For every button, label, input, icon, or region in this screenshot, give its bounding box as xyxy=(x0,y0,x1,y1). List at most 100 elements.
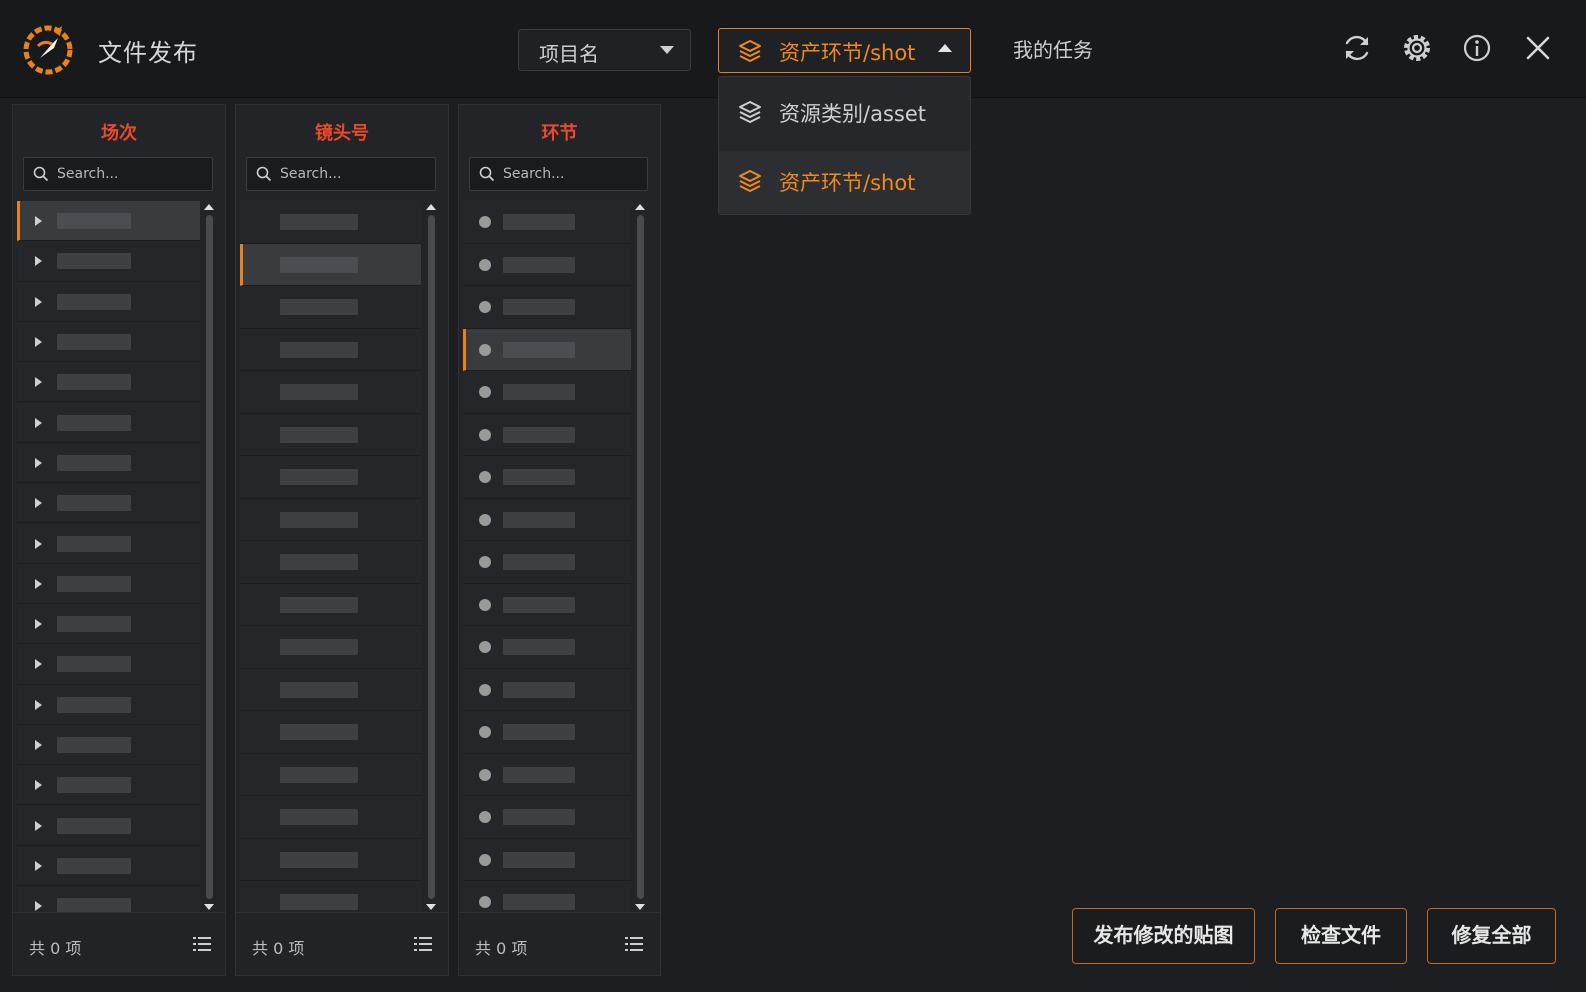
list-item[interactable] xyxy=(17,362,200,403)
scroll-up-arrow-icon[interactable] xyxy=(426,203,436,211)
item-name-placeholder xyxy=(503,299,575,316)
list-menu-icon[interactable] xyxy=(414,937,432,951)
expand-arrow-icon[interactable] xyxy=(35,538,42,549)
list-item[interactable] xyxy=(17,724,200,766)
check-files-button[interactable]: 检查文件 xyxy=(1275,908,1407,964)
expand-arrow-icon[interactable] xyxy=(35,216,42,227)
list-item[interactable] xyxy=(463,286,631,329)
list-item[interactable] xyxy=(463,668,631,711)
expand-arrow-icon[interactable] xyxy=(35,699,42,710)
list-item[interactable] xyxy=(240,371,421,414)
list-item[interactable] xyxy=(17,483,200,524)
list-item[interactable] xyxy=(463,796,631,839)
list-item[interactable] xyxy=(463,371,631,414)
my-tasks-link[interactable]: 我的任务 xyxy=(1013,34,1093,63)
close-icon[interactable] xyxy=(1521,31,1555,65)
list-item[interactable] xyxy=(463,541,631,584)
project-select[interactable]: 项目名 xyxy=(518,29,691,71)
list-item[interactable] xyxy=(463,498,631,541)
expand-arrow-icon[interactable] xyxy=(35,256,42,267)
expand-arrow-icon[interactable] xyxy=(35,337,42,348)
fix-all-button[interactable]: 修复全部 xyxy=(1427,908,1556,964)
list-item[interactable] xyxy=(463,201,631,244)
scroll-up-arrow-icon[interactable] xyxy=(204,203,214,211)
list-item[interactable] xyxy=(463,456,631,499)
list-item[interactable] xyxy=(240,286,421,329)
expand-arrow-icon[interactable] xyxy=(35,457,42,468)
list-item[interactable] xyxy=(17,402,200,443)
list-item[interactable] xyxy=(240,498,421,541)
list-item[interactable] xyxy=(240,328,421,371)
item-name-placeholder xyxy=(57,535,131,552)
list-item[interactable] xyxy=(17,442,200,484)
list-item[interactable] xyxy=(17,644,200,685)
expand-arrow-icon[interactable] xyxy=(35,619,42,630)
expand-arrow-icon[interactable] xyxy=(35,377,42,388)
scrollbar[interactable] xyxy=(204,201,214,913)
item-name-placeholder xyxy=(57,495,131,512)
list-item[interactable] xyxy=(17,765,200,806)
list-item[interactable] xyxy=(463,711,631,754)
list-item[interactable] xyxy=(17,321,200,363)
scrollbar[interactable] xyxy=(635,201,645,913)
list-item[interactable] xyxy=(240,413,421,456)
list-item[interactable] xyxy=(17,241,200,282)
list-item[interactable] xyxy=(240,796,421,839)
scroll-down-arrow-icon[interactable] xyxy=(426,903,436,911)
shot-search-input[interactable]: Search... xyxy=(246,157,436,191)
list-item[interactable] xyxy=(463,413,631,456)
list-item[interactable] xyxy=(240,668,421,711)
list-item[interactable] xyxy=(240,201,421,244)
refresh-icon[interactable] xyxy=(1340,31,1374,65)
list-item[interactable] xyxy=(240,626,421,669)
list-item[interactable] xyxy=(240,753,421,796)
list-item[interactable] xyxy=(17,523,200,564)
scene-search-input[interactable]: Search... xyxy=(23,157,213,191)
scrollbar-thumb[interactable] xyxy=(206,215,213,899)
list-item[interactable] xyxy=(240,541,421,584)
list-item[interactable] xyxy=(240,456,421,499)
expand-arrow-icon[interactable] xyxy=(35,901,42,912)
info-icon[interactable] xyxy=(1460,31,1494,65)
expand-arrow-icon[interactable] xyxy=(35,780,42,791)
scroll-down-arrow-icon[interactable] xyxy=(635,903,645,911)
mode-select[interactable]: 资产环节/shot xyxy=(718,28,971,73)
settings-gear-icon[interactable] xyxy=(1400,31,1434,65)
list-item[interactable] xyxy=(463,753,631,796)
expand-arrow-icon[interactable] xyxy=(35,417,42,428)
scrollbar[interactable] xyxy=(426,201,436,913)
list-item[interactable] xyxy=(17,281,200,322)
step-search-input[interactable]: Search... xyxy=(469,157,648,191)
list-item[interactable] xyxy=(240,711,421,754)
list-item[interactable] xyxy=(240,838,421,881)
list-menu-icon[interactable] xyxy=(625,937,643,951)
scrollbar-thumb[interactable] xyxy=(637,215,644,899)
list-item[interactable] xyxy=(240,583,421,626)
expand-arrow-icon[interactable] xyxy=(35,820,42,831)
expand-arrow-icon[interactable] xyxy=(35,296,42,307)
list-item[interactable] xyxy=(17,563,200,604)
list-item[interactable] xyxy=(17,684,200,725)
list-item[interactable] xyxy=(463,583,631,626)
list-item[interactable] xyxy=(17,604,200,645)
list-item[interactable] xyxy=(240,243,421,286)
list-item[interactable] xyxy=(17,201,200,242)
list-menu-icon[interactable] xyxy=(193,937,211,951)
expand-arrow-icon[interactable] xyxy=(35,578,42,589)
list-item[interactable] xyxy=(463,838,631,881)
scroll-down-arrow-icon[interactable] xyxy=(204,903,214,911)
dropdown-option-shot[interactable]: 资产环节/shot xyxy=(719,151,970,213)
publish-textures-button[interactable]: 发布修改的贴图 xyxy=(1072,908,1255,964)
list-item[interactable] xyxy=(17,805,200,846)
list-item[interactable] xyxy=(463,328,631,371)
expand-arrow-icon[interactable] xyxy=(35,740,42,751)
expand-arrow-icon[interactable] xyxy=(35,860,42,871)
expand-arrow-icon[interactable] xyxy=(35,659,42,670)
dropdown-option-asset[interactable]: 资源类别/asset xyxy=(719,82,970,144)
list-item[interactable] xyxy=(463,626,631,669)
expand-arrow-icon[interactable] xyxy=(35,498,42,509)
list-item[interactable] xyxy=(463,243,631,286)
scrollbar-thumb[interactable] xyxy=(428,215,435,899)
list-item[interactable] xyxy=(17,845,200,887)
scroll-up-arrow-icon[interactable] xyxy=(635,203,645,211)
